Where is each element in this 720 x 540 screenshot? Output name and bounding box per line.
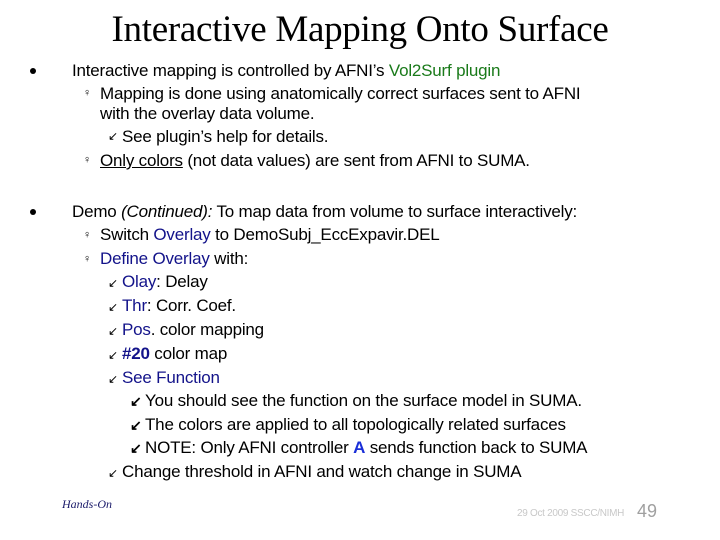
list-item-olay: Olay: Delay xyxy=(122,272,208,292)
thr-value: : Corr. Coef. xyxy=(146,296,236,315)
define-overlay-keyword: Define Overlay xyxy=(100,249,210,268)
round-bullet-icon xyxy=(30,209,36,215)
list-item-see-function: See Function xyxy=(122,368,220,388)
pushpin-bullet-icon: ♀ xyxy=(83,253,92,265)
see-function-child-1: You should see the function on the surfa… xyxy=(145,391,582,410)
page-number: 49 xyxy=(637,501,658,521)
bold-arrow-down-left-icon: ↙ xyxy=(130,393,142,409)
round-bullet-icon xyxy=(30,68,36,74)
arrow-down-left-icon: ↙ xyxy=(108,372,119,386)
switch-text: Switch xyxy=(100,225,154,244)
define-overlay-item: Define Overlay with: xyxy=(100,249,248,269)
section1-sub1-child: See plugin’s help for details. xyxy=(122,127,329,146)
bold-arrow-down-left-icon: ↙ xyxy=(130,440,142,456)
section2-text: To map data from volume to surface inter… xyxy=(212,202,578,221)
continued-label: (Continued): xyxy=(121,202,213,221)
section1-heading: Interactive mapping is controlled by AFN… xyxy=(72,61,500,81)
olay-value: : Delay xyxy=(156,272,208,291)
footer-hands-on: Hands-On xyxy=(62,497,112,511)
arrow-down-left-icon: ↙ xyxy=(108,129,119,143)
list-item-colormap: #20 color map xyxy=(122,344,227,364)
arrow-down-left-icon: ↙ xyxy=(108,276,119,290)
controller-a-label: A xyxy=(353,438,366,457)
pushpin-bullet-icon: ♀ xyxy=(83,229,92,241)
footer-date-org: 29 Oct 2009 SSCC/NIMH xyxy=(517,508,625,519)
section1-sub2: Only colors (not data values) are sent f… xyxy=(100,151,530,171)
olay-keyword: Olay xyxy=(122,272,157,291)
arrow-down-left-icon: ↙ xyxy=(108,324,119,338)
arrow-down-left-icon: ↙ xyxy=(108,466,119,480)
change-threshold-item: Change threshold in AFNI and watch chang… xyxy=(122,462,522,481)
with-text: with: xyxy=(209,249,249,268)
pushpin-bullet-icon: ♀ xyxy=(83,87,92,99)
note-text-end: sends function back to SUMA xyxy=(365,438,588,457)
overlay-keyword: Overlay xyxy=(153,225,211,244)
see-function-keyword: See Function xyxy=(122,368,220,387)
colormap-value: color map xyxy=(149,344,228,363)
demo-label: Demo xyxy=(72,202,122,221)
list-item-thr: Thr: Corr. Coef. xyxy=(122,296,236,316)
vol2surf-plugin-link: Vol2Surf plugin xyxy=(388,61,501,80)
pos-value: . color mapping xyxy=(150,320,264,339)
overlay-dataset-text: to DemoSubj_EccExpavir.DEL xyxy=(210,225,440,244)
list-item-pos: Pos. color mapping xyxy=(122,320,264,340)
switch-overlay-item: Switch Overlay to DemoSubj_EccExpavir.DE… xyxy=(100,225,440,245)
colormap-keyword: #20 xyxy=(122,344,150,363)
see-function-child-3: NOTE: Only AFNI controller A sends funct… xyxy=(145,438,588,458)
note-text: NOTE: Only AFNI controller xyxy=(145,438,354,457)
section2-heading: Demo (Continued): To map data from volum… xyxy=(72,202,577,222)
section1-sub2-rest: (not data values) are sent from AFNI to … xyxy=(182,151,530,170)
pushpin-bullet-icon: ♀ xyxy=(83,154,92,166)
thr-keyword: Thr xyxy=(122,296,147,315)
arrow-down-left-icon: ↙ xyxy=(108,348,119,362)
section1-sub1-line1: Mapping is done using anatomically corre… xyxy=(100,84,581,103)
pos-keyword: Pos xyxy=(122,320,151,339)
arrow-down-left-icon: ↙ xyxy=(108,300,119,314)
bold-arrow-down-left-icon: ↙ xyxy=(130,417,142,433)
see-function-child-2: The colors are applied to all topologica… xyxy=(145,415,566,434)
only-colors-underlined: Only colors xyxy=(100,151,183,170)
section1-text: Interactive mapping is controlled by AFN… xyxy=(72,61,389,80)
slide-title: Interactive Mapping Onto Surface xyxy=(111,9,609,50)
section1-sub1-line2: with the overlay data volume. xyxy=(100,104,315,123)
